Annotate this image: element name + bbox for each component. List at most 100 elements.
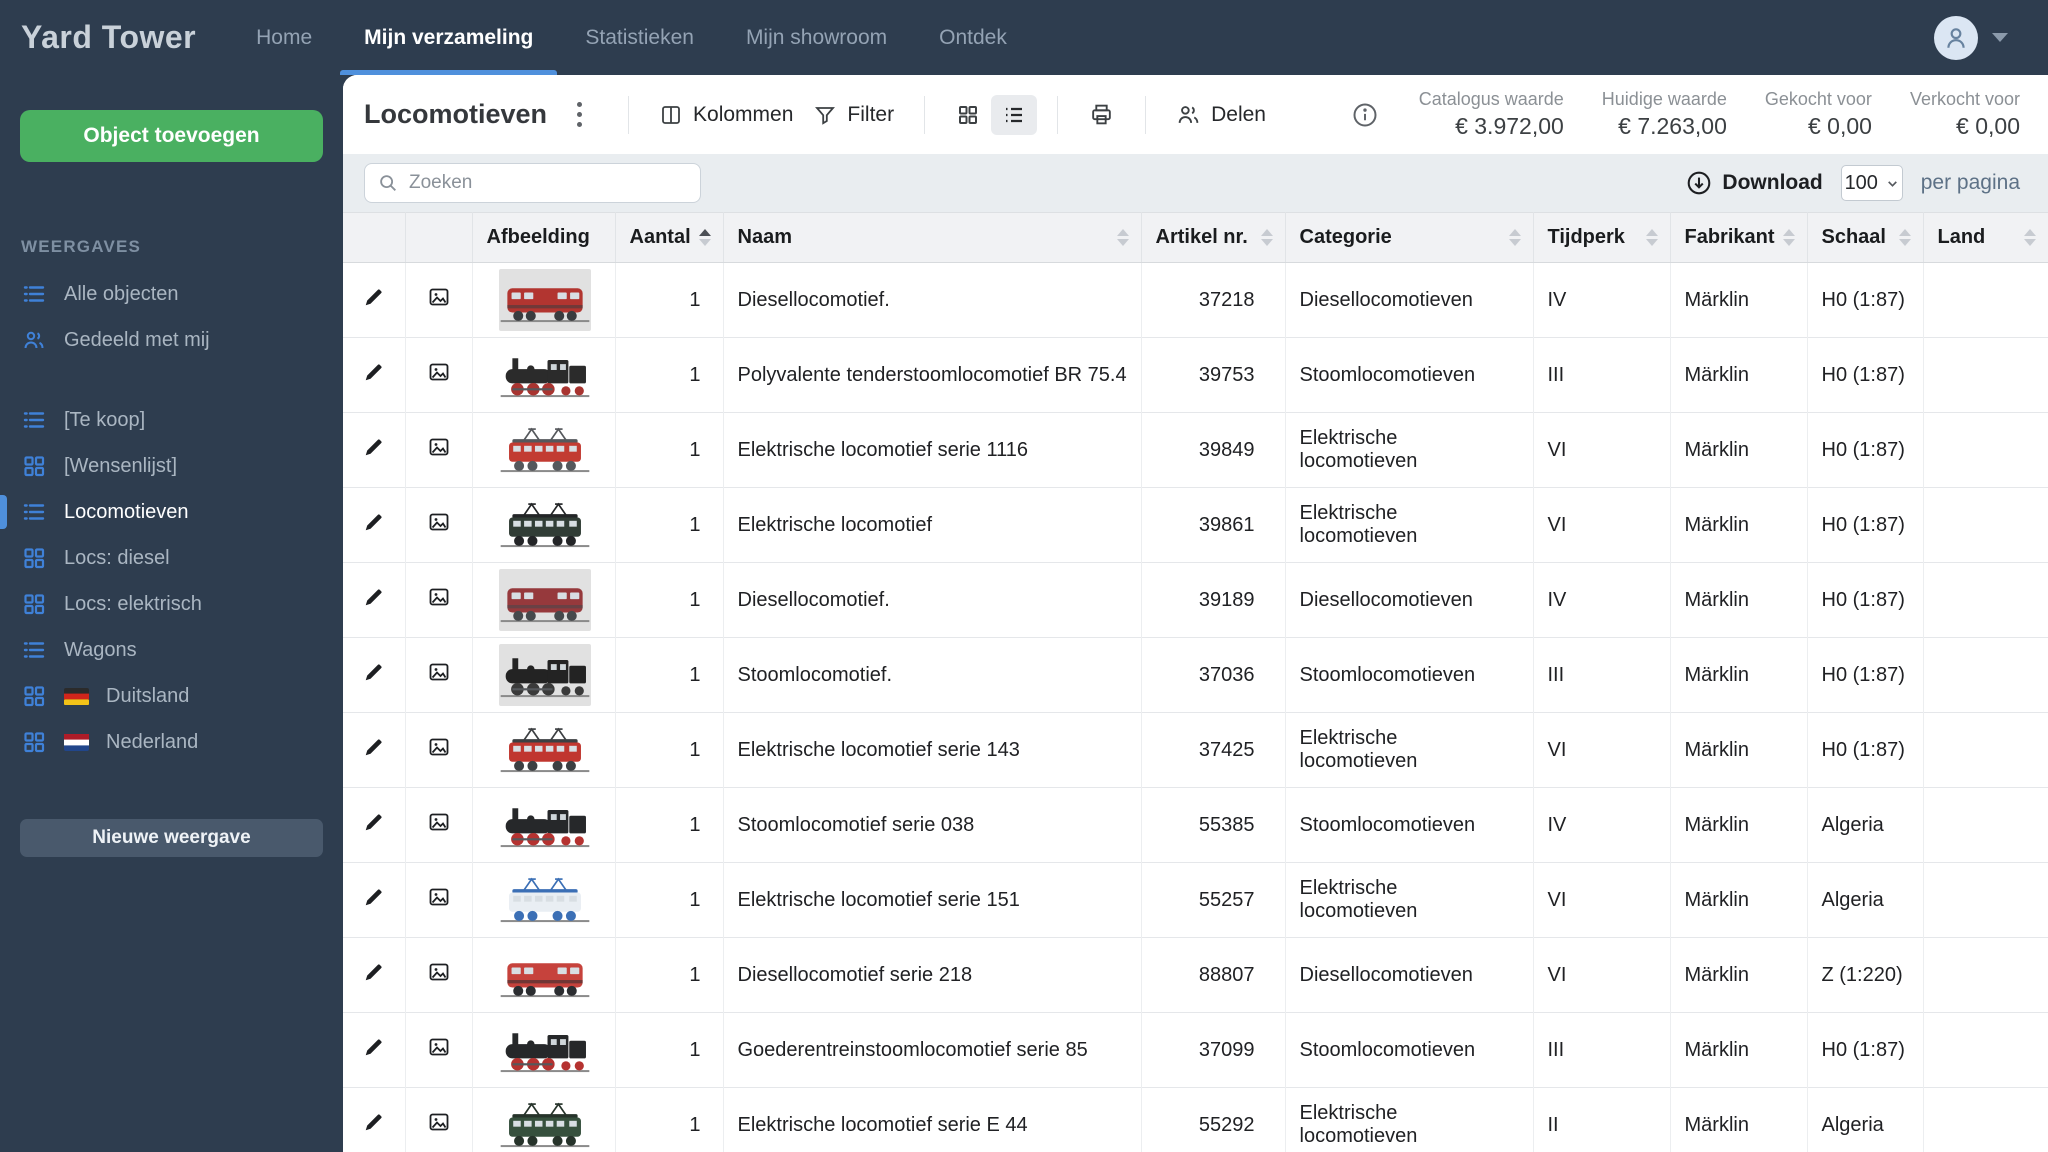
edit-cell[interactable] xyxy=(343,1012,406,1088)
nav-item-mijn-verzameling[interactable]: Mijn verzameling xyxy=(340,0,558,75)
column-header-categorie[interactable]: Categorie xyxy=(1285,212,1534,263)
column-header-afbeelding[interactable]: Afbeelding xyxy=(472,212,616,263)
table-row: 1 Stoomlocomotief. 37036 Stoomlocomotiev… xyxy=(343,637,2048,713)
sidebar-item-locs-diesel[interactable]: Locs: diesel xyxy=(0,535,343,581)
image-cell[interactable] xyxy=(405,412,473,488)
column-header-fabrikant[interactable]: Fabrikant xyxy=(1670,212,1808,263)
nav-item-ontdek[interactable]: Ontdek xyxy=(939,0,1007,75)
sidebar-item-locomotieven[interactable]: Locomotieven xyxy=(0,489,343,535)
schaal-cell: Algeria xyxy=(1807,862,1924,938)
sidebar-item-locs-elektrisch[interactable]: Locs: elektrisch xyxy=(0,581,343,627)
edit-cell[interactable] xyxy=(343,1087,406,1152)
sidebar-item-wensenlijst[interactable]: [Wensenlijst] xyxy=(0,443,343,489)
image-cell[interactable] xyxy=(405,637,473,713)
column-header-naam[interactable]: Naam xyxy=(723,212,1142,263)
edit-cell[interactable] xyxy=(343,562,406,638)
image-cell[interactable] xyxy=(405,712,473,788)
edit-cell[interactable] xyxy=(343,262,406,338)
new-view-button[interactable]: Nieuwe weergave xyxy=(20,819,323,857)
image-cell[interactable] xyxy=(405,862,473,938)
locomotive-thumbnail[interactable] xyxy=(499,944,591,1006)
grid-view-toggle[interactable] xyxy=(945,95,991,135)
locomotive-thumbnail[interactable] xyxy=(499,1094,591,1152)
sidebar-item-te-koop[interactable]: [Te koop] xyxy=(0,397,343,443)
column-header-tijdperk[interactable]: Tijdperk xyxy=(1533,212,1671,263)
column-header-aantal[interactable]: Aantal xyxy=(615,212,724,263)
column-header-schaal[interactable]: Schaal xyxy=(1807,212,1924,263)
edit-pencil-icon xyxy=(365,1039,382,1056)
sidebar-item-alle-objecten[interactable]: Alle objecten xyxy=(0,271,343,317)
artikel-cell: 37099 xyxy=(1141,1012,1286,1088)
locomotive-thumbnail[interactable] xyxy=(498,269,591,331)
locomotive-thumbnail[interactable] xyxy=(499,719,591,781)
naam-cell: Diesellocomotief. xyxy=(723,562,1142,638)
edit-cell[interactable] xyxy=(343,412,406,488)
info-icon[interactable] xyxy=(1351,101,1379,129)
image-cell[interactable] xyxy=(405,262,473,338)
table-header-row: Afbeelding Aantal Naam Artikel nr. Categorie… xyxy=(343,212,2048,263)
edit-cell[interactable] xyxy=(343,487,406,563)
land-cell xyxy=(1923,337,2048,413)
locomotive-thumbnail[interactable] xyxy=(499,1019,591,1081)
columns-button[interactable]: Kolommen xyxy=(649,95,803,135)
image-cell[interactable] xyxy=(405,562,473,638)
stat-value: € 3.972,00 xyxy=(1455,113,1564,139)
nav-item-statistieken[interactable]: Statistieken xyxy=(585,0,694,75)
view-type-icon xyxy=(21,453,47,479)
artikel-cell: 39861 xyxy=(1141,487,1286,563)
table-row: 1 Diesellocomotief. 39189 Diesellocomoti… xyxy=(343,562,2048,638)
views-section-title: WEERGAVES xyxy=(21,237,142,256)
locomotive-thumbnail[interactable] xyxy=(498,644,591,706)
user-avatar[interactable] xyxy=(1934,15,1978,60)
locomotive-thumbnail[interactable] xyxy=(499,494,591,556)
locomotive-thumbnail[interactable] xyxy=(499,344,591,406)
column-header-blank xyxy=(405,212,473,263)
picture-icon xyxy=(429,1038,448,1056)
sidebar-item-wagons[interactable]: Wagons xyxy=(0,627,343,673)
edit-cell[interactable] xyxy=(343,712,406,788)
share-button[interactable]: Delen xyxy=(1166,94,1276,135)
locomotive-thumbnail[interactable] xyxy=(499,869,591,931)
account-dropdown-caret-icon[interactable] xyxy=(1992,33,2008,42)
table-row: 1 Elektrische locomotief serie 143 37425… xyxy=(343,712,2048,788)
picture-icon xyxy=(429,813,448,831)
image-cell[interactable] xyxy=(405,787,473,863)
nav-item-home[interactable]: Home xyxy=(256,0,312,75)
edit-cell[interactable] xyxy=(343,637,406,713)
column-header-land[interactable]: Land xyxy=(1923,212,2048,263)
edit-cell[interactable] xyxy=(343,337,406,413)
sort-arrows-icon xyxy=(1775,229,1795,246)
sort-arrows-icon xyxy=(1253,229,1273,246)
image-cell[interactable] xyxy=(405,487,473,563)
stat-value: € 0,00 xyxy=(1807,113,1872,139)
edit-cell[interactable] xyxy=(343,862,406,938)
sidebar-item-nederland[interactable]: Nederland xyxy=(0,719,343,765)
image-cell[interactable] xyxy=(405,937,473,1013)
sidebar-item-gedeeld-met-mij[interactable]: Gedeeld met mij xyxy=(0,317,343,363)
image-cell[interactable] xyxy=(405,1087,473,1152)
locomotive-thumbnail[interactable] xyxy=(498,569,591,631)
page-title: Locomotieven xyxy=(364,99,548,129)
column-header-artikel-nr[interactable]: Artikel nr. xyxy=(1141,212,1286,263)
add-object-button[interactable]: Object toevoegen xyxy=(20,110,323,162)
image-cell[interactable] xyxy=(405,337,473,413)
download-button[interactable]: Download xyxy=(1686,170,1823,196)
edit-cell[interactable] xyxy=(343,937,406,1013)
edit-pencil-icon xyxy=(365,289,382,306)
edit-cell[interactable] xyxy=(343,787,406,863)
fabrikant-cell: Märklin xyxy=(1670,487,1808,563)
page-size-select[interactable]: 100 xyxy=(1840,165,1903,201)
categorie-cell: Diesellocomotieven xyxy=(1285,937,1534,1013)
search-box[interactable] xyxy=(364,163,701,203)
search-input[interactable] xyxy=(409,172,688,194)
image-cell[interactable] xyxy=(405,1012,473,1088)
filter-button[interactable]: Filter xyxy=(803,95,904,135)
nav-item-mijn-showroom[interactable]: Mijn showroom xyxy=(746,0,887,75)
sidebar-item-duitsland[interactable]: Duitsland xyxy=(0,673,343,719)
more-options-kebab-icon[interactable] xyxy=(577,102,583,127)
print-button[interactable] xyxy=(1078,94,1125,135)
list-view-toggle[interactable] xyxy=(991,94,1038,135)
naam-cell: Elektrische locomotief serie 151 xyxy=(723,862,1142,938)
locomotive-thumbnail[interactable] xyxy=(499,419,591,481)
locomotive-thumbnail[interactable] xyxy=(499,794,591,856)
